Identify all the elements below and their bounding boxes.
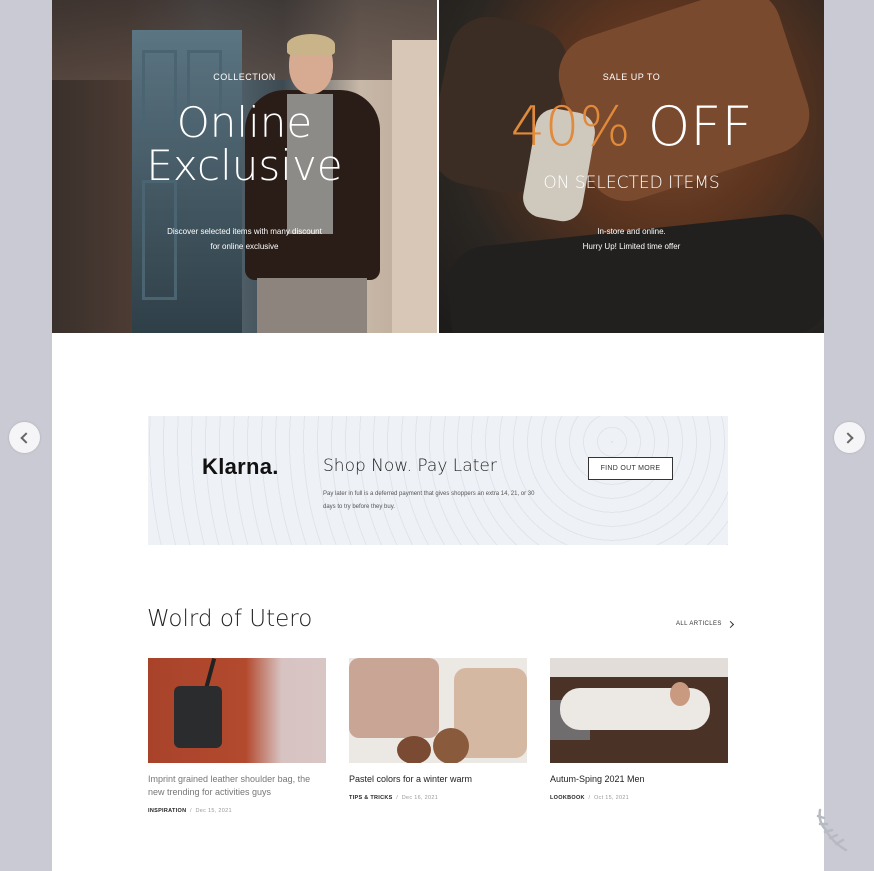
hero-right-desc-line2: Hurry Up! Limited time offer <box>582 242 681 251</box>
article-title[interactable]: Imprint grained leather shoulder bag, th… <box>148 773 326 799</box>
hero-left-desc-line1: Discover selected items with many discou… <box>167 227 322 236</box>
hero-right-description: In-store and online. Hurry Up! Limited t… <box>439 224 824 254</box>
klarna-description: Pay later in full is a deferred payment … <box>323 491 535 510</box>
hero-left-desc-line2: for online exclusive <box>210 242 279 251</box>
previous-slide-button[interactable] <box>9 422 40 453</box>
article-card[interactable]: Autum-Sping 2021 Men LOOKBOOK / Oct 15, … <box>550 658 728 801</box>
articles-section-title: Wolrd of Utero <box>147 606 313 632</box>
article-category[interactable]: TIPS & TRICKS <box>349 795 393 801</box>
page-content: COLLECTION Online Exclusive Discover sel… <box>52 0 824 871</box>
all-articles-label: ALL ARTICLES <box>676 621 722 627</box>
chevron-right-icon <box>726 620 734 628</box>
article-meta: INSPIRATION / Dec 15, 2021 <box>148 808 232 814</box>
article-card[interactable]: Imprint grained leather shoulder bag, th… <box>148 658 326 814</box>
article-category[interactable]: INSPIRATION <box>148 808 186 814</box>
hero-sale-headline: 40% OFF <box>439 100 824 154</box>
article-thumbnail[interactable] <box>349 658 527 763</box>
hero-right-subtitle: ON SELECTED ITEMS <box>543 173 720 193</box>
article-meta: LOOKBOOK / Oct 15, 2021 <box>550 795 630 801</box>
article-meta: TIPS & TRICKS / Dec 16, 2021 <box>349 795 439 801</box>
chevron-left-icon <box>20 431 32 444</box>
article-date: Dec 15, 2021 <box>195 808 232 814</box>
hero-left-title-line1: Online <box>176 98 313 147</box>
hero-left-label: COLLECTION <box>213 72 276 82</box>
hero-banner: COLLECTION Online Exclusive Discover sel… <box>52 0 824 333</box>
article-title[interactable]: Autum-Sping 2021 Men <box>550 773 728 786</box>
article-date: Oct 15, 2021 <box>593 795 630 801</box>
article-thumbnail[interactable] <box>550 658 728 763</box>
laurel-watermark-icon <box>816 808 848 852</box>
article-card[interactable]: Pastel colors for a winter warm TIPS & T… <box>349 658 527 801</box>
hero-sale[interactable]: SALE UP TO 40% OFF ON SELECTED ITEMS In-… <box>439 0 824 333</box>
hero-right-label: SALE UP TO <box>602 72 661 82</box>
all-articles-link[interactable]: ALL ARTICLES <box>676 620 734 628</box>
article-date: Dec 16, 2021 <box>401 795 439 801</box>
hero-online-exclusive[interactable]: COLLECTION Online Exclusive Discover sel… <box>52 0 437 333</box>
hero-left-title-line2: Exclusive <box>146 141 343 190</box>
find-out-more-button[interactable]: FIND OUT MORE <box>588 457 673 480</box>
klarna-title: Shop Now. Pay Later <box>323 456 497 476</box>
article-title[interactable]: Pastel colors for a winter warm <box>349 773 527 786</box>
klarna-banner: Klarna. Shop Now. Pay Later Pay later in… <box>148 416 728 545</box>
sale-off: OFF <box>630 95 753 158</box>
hero-right-desc-line1: In-store and online. <box>597 227 666 236</box>
sale-percent: 40% <box>510 95 631 158</box>
article-category[interactable]: LOOKBOOK <box>550 795 585 801</box>
article-thumbnail[interactable] <box>148 658 326 763</box>
next-slide-button[interactable] <box>834 422 865 453</box>
klarna-logo: Klarna. <box>202 454 279 479</box>
chevron-right-icon <box>842 431 854 444</box>
hero-left-description: Discover selected items with many discou… <box>52 224 437 254</box>
